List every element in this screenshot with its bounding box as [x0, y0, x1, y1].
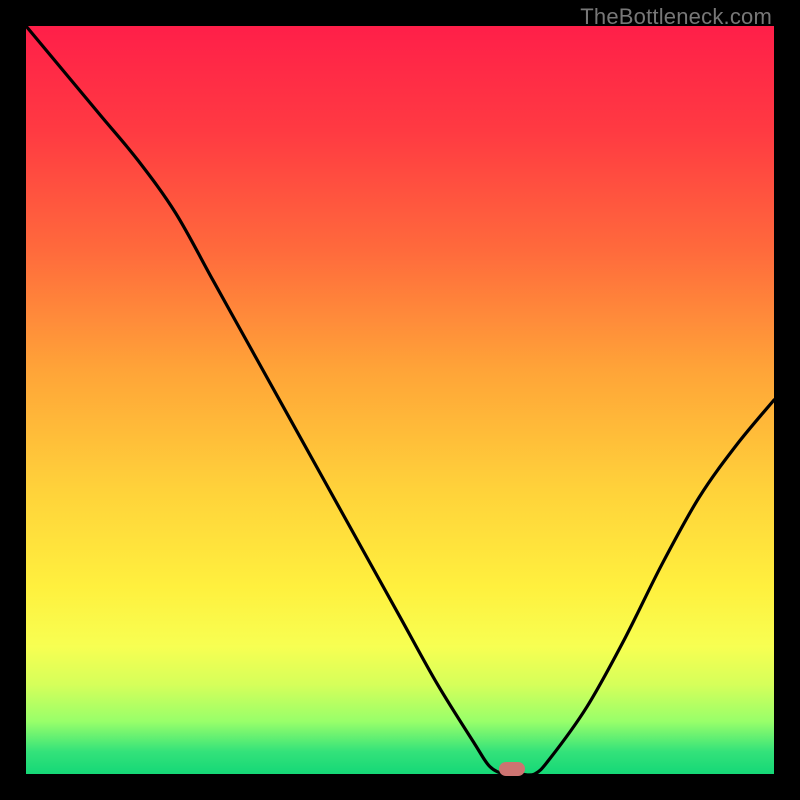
plot-area [26, 26, 774, 774]
chart-frame: TheBottleneck.com [0, 0, 800, 800]
bottleneck-curve [26, 26, 774, 774]
bottleneck-marker [499, 762, 525, 776]
